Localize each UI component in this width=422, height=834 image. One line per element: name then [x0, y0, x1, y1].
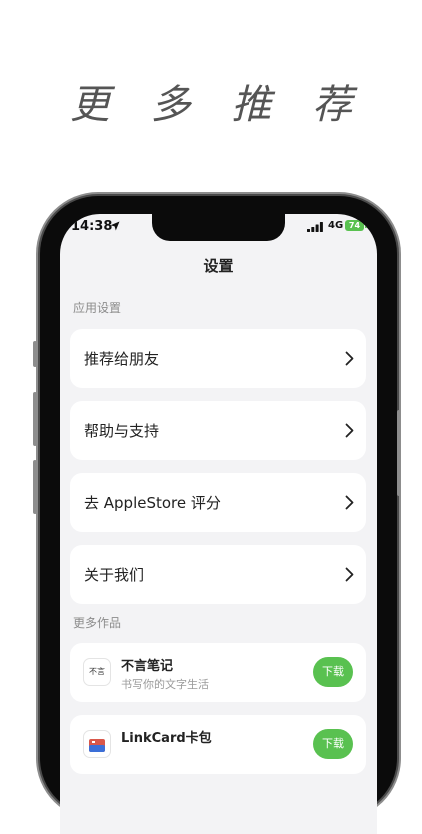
battery-tip: [365, 223, 367, 228]
settings-row-label: 关于我们: [84, 566, 145, 584]
chevron-right-icon: [345, 351, 354, 366]
chevron-right-icon: [345, 423, 354, 438]
phone-volume-up-button: [33, 392, 37, 446]
notes-app-icon: 不言: [83, 658, 111, 686]
app-name: 不言笔记: [121, 659, 174, 674]
wallet-app-icon: [83, 730, 111, 758]
location-arrow-icon: [110, 221, 120, 231]
download-button[interactable]: 下载: [313, 657, 353, 687]
settings-row-label: 帮助与支持: [84, 422, 160, 440]
download-button[interactable]: 下载: [313, 729, 353, 759]
app-description: 书写你的文字生活: [121, 678, 209, 691]
app-card-linkcard[interactable]: LinkCard卡包 下载: [70, 715, 366, 774]
wallet-icon: [89, 739, 105, 752]
network-type-label: 4G: [328, 220, 344, 231]
chevron-right-icon: [345, 567, 354, 582]
phone-volume-down-button: [33, 460, 37, 514]
phone-frame: 14:38 4G 74 设置 应用设置 推荐给朋友 帮助与支持 去 AppleS…: [33, 196, 401, 834]
phone-notch: [152, 214, 285, 241]
settings-row-help[interactable]: 帮助与支持: [70, 401, 366, 460]
section-label-app-settings: 应用设置: [73, 301, 122, 315]
app-card-buyan-notes[interactable]: 不言 不言笔记 书写你的文字生活 下载: [70, 643, 366, 702]
settings-row-rate[interactable]: 去 AppleStore 评分: [70, 473, 366, 532]
phone-mute-switch: [33, 341, 37, 367]
settings-row-about[interactable]: 关于我们: [70, 545, 366, 604]
settings-row-label: 推荐给朋友: [84, 350, 160, 368]
status-time: 14:38: [71, 219, 113, 234]
cellular-signal-icon: [307, 222, 323, 232]
notes-app-icon-text: 不言: [89, 667, 105, 676]
app-name: LinkCard卡包: [121, 731, 212, 746]
phone-power-button: [397, 410, 401, 496]
battery-level: 74: [348, 221, 361, 230]
page-title: 设置: [203, 257, 234, 275]
phone-screen: 14:38 4G 74 设置 应用设置 推荐给朋友 帮助与支持 去 AppleS…: [60, 214, 377, 834]
settings-row-label: 去 AppleStore 评分: [84, 494, 221, 512]
battery-icon: 74: [345, 220, 364, 231]
chevron-right-icon: [345, 495, 354, 510]
settings-row-recommend[interactable]: 推荐给朋友: [70, 329, 366, 388]
promo-headline: 更 多 推 荐: [69, 82, 367, 128]
section-label-more-works: 更多作品: [73, 616, 122, 630]
